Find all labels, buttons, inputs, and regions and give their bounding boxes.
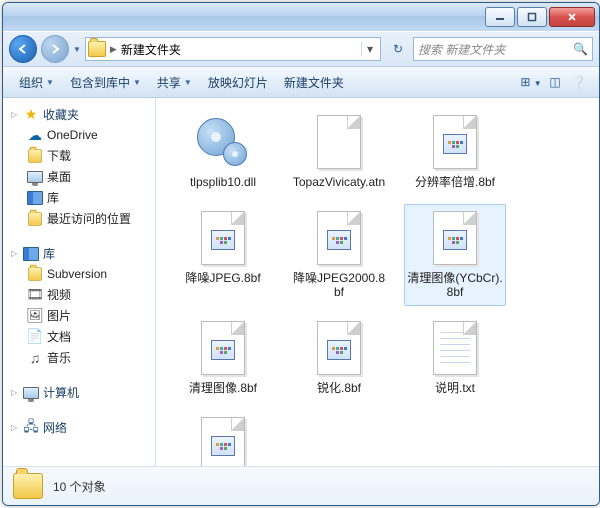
video-icon: 🎞 (27, 287, 43, 303)
search-placeholder: 搜索 新建文件夹 (418, 41, 505, 58)
file-item[interactable]: 清理图像.8bf (172, 314, 274, 402)
file-thumbnail (307, 113, 371, 171)
file-thumbnail (423, 209, 487, 267)
star-icon: ★ (23, 107, 39, 123)
command-bar: 组织▼ 包含到库中▼ 共享▼ 放映幻灯片 新建文件夹 ⊞ ▼ ◫ ❔ (3, 67, 599, 98)
file-name: 清理图像.8bf (189, 381, 257, 395)
nav-libraries-header[interactable]: ▷库 (7, 243, 155, 264)
slideshow-button[interactable]: 放映幻灯片 (200, 67, 276, 97)
nav-item-libraries-shortcut[interactable]: 库 (7, 187, 155, 208)
folder-icon (88, 41, 106, 57)
nav-forward-button[interactable] (41, 35, 69, 63)
breadcrumb-folder[interactable]: 新建文件夹 (121, 41, 181, 58)
new-folder-button[interactable]: 新建文件夹 (276, 67, 352, 97)
download-icon (27, 148, 43, 164)
file-item[interactable]: 降噪JPEG2000.8bf (288, 204, 390, 306)
file-thumbnail (423, 113, 487, 171)
file-item[interactable]: TopazVivicaty.atn (288, 108, 390, 196)
onedrive-icon: ☁ (27, 127, 43, 143)
minimize-button[interactable] (485, 7, 515, 27)
svn-icon (27, 266, 43, 282)
nav-item-desktop[interactable]: 桌面 (7, 166, 155, 187)
navigation-pane[interactable]: ▷★收藏夹 ☁OneDrive 下载 桌面 库 最近访问的位置 ▷库 Subve… (3, 98, 156, 466)
libraries-icon (27, 190, 43, 206)
network-icon: 🖧 (23, 420, 39, 436)
nav-history-dropdown[interactable]: ▼ (73, 45, 81, 54)
libraries-icon (23, 246, 39, 262)
nav-item-videos[interactable]: 🎞视频 (7, 284, 155, 305)
nav-item-music[interactable]: ♫音乐 (7, 347, 155, 368)
file-list-pane[interactable]: tlpsplib10.dll TopazVivicaty.atn 分辨率倍增.8bf… (156, 98, 599, 466)
file-thumbnail (307, 319, 371, 377)
nav-item-recent[interactable]: 最近访问的位置 (7, 208, 155, 229)
search-icon: 🔍 (573, 42, 588, 56)
file-item[interactable]: 分辨率倍增.8bf (404, 108, 506, 196)
address-bar[interactable]: ▶ 新建文件夹 ▾ (85, 37, 381, 61)
include-in-library-menu[interactable]: 包含到库中▼ (62, 67, 149, 97)
music-icon: ♫ (27, 350, 43, 366)
file-name: tlpsplib10.dll (190, 175, 256, 189)
folder-icon (13, 473, 43, 499)
recent-icon (27, 211, 43, 227)
share-menu[interactable]: 共享▼ (149, 67, 200, 97)
file-item[interactable]: 清理图像(YCbCr).8bf (404, 204, 506, 306)
file-item[interactable]: tlpsplib10.dll (172, 108, 274, 196)
explorer-window: ▼ ▶ 新建文件夹 ▾ ↻ 搜索 新建文件夹 🔍 组织▼ 包含到库中▼ 共享▼ … (2, 2, 600, 506)
nav-item-downloads[interactable]: 下载 (7, 145, 155, 166)
file-thumbnail (191, 113, 255, 171)
file-item[interactable]: 说明.txt (404, 314, 506, 402)
file-name: 说明.txt (435, 381, 475, 395)
title-bar[interactable] (3, 3, 599, 31)
nav-network-header[interactable]: ▷🖧网络 (7, 417, 155, 438)
desktop-icon (27, 169, 43, 185)
refresh-button[interactable]: ↻ (387, 42, 409, 56)
file-thumbnail (191, 209, 255, 267)
file-thumbnail (191, 319, 255, 377)
file-item[interactable]: 降噪JPEG.8bf (172, 204, 274, 306)
file-name: 分辨率倍增.8bf (415, 175, 495, 189)
nav-computer-header[interactable]: ▷计算机 (7, 382, 155, 403)
nav-item-onedrive[interactable]: ☁OneDrive (7, 125, 155, 145)
file-item[interactable]: 锐化.8bf (288, 314, 390, 402)
organize-menu[interactable]: 组织▼ (11, 67, 62, 97)
file-name: 降噪JPEG.8bf (185, 271, 260, 285)
file-thumbnail (423, 319, 487, 377)
file-name: TopazVivicaty.atn (293, 175, 385, 189)
nav-bar: ▼ ▶ 新建文件夹 ▾ ↻ 搜索 新建文件夹 🔍 (3, 31, 599, 67)
nav-back-button[interactable] (9, 35, 37, 63)
status-text: 10 个对象 (53, 478, 106, 495)
file-item[interactable]: 智能降噪.8bf (172, 410, 274, 466)
help-button[interactable]: ❔ (567, 75, 591, 89)
breadcrumb-separator: ▶ (110, 44, 117, 55)
nav-favorites-header[interactable]: ▷★收藏夹 (7, 104, 155, 125)
file-name: 锐化.8bf (317, 381, 361, 395)
file-name: 降噪JPEG2000.8bf (291, 271, 387, 299)
computer-icon (23, 385, 39, 401)
preview-pane-button[interactable]: ◫ (543, 75, 567, 89)
pictures-icon: 🖼 (27, 308, 43, 324)
file-thumbnail (307, 209, 371, 267)
nav-item-subversion[interactable]: Subversion (7, 264, 155, 284)
close-button[interactable] (549, 7, 595, 27)
status-bar: 10 个对象 (3, 466, 599, 505)
maximize-button[interactable] (517, 7, 547, 27)
view-options-button[interactable]: ⊞ ▼ (519, 75, 543, 89)
nav-item-pictures[interactable]: 🖼图片 (7, 305, 155, 326)
file-name: 清理图像(YCbCr).8bf (407, 271, 503, 299)
search-box[interactable]: 搜索 新建文件夹 🔍 (413, 37, 593, 61)
nav-item-documents[interactable]: 📄文档 (7, 326, 155, 347)
documents-icon: 📄 (27, 329, 43, 345)
file-thumbnail (191, 415, 255, 466)
address-history-dropdown[interactable]: ▾ (361, 42, 378, 56)
